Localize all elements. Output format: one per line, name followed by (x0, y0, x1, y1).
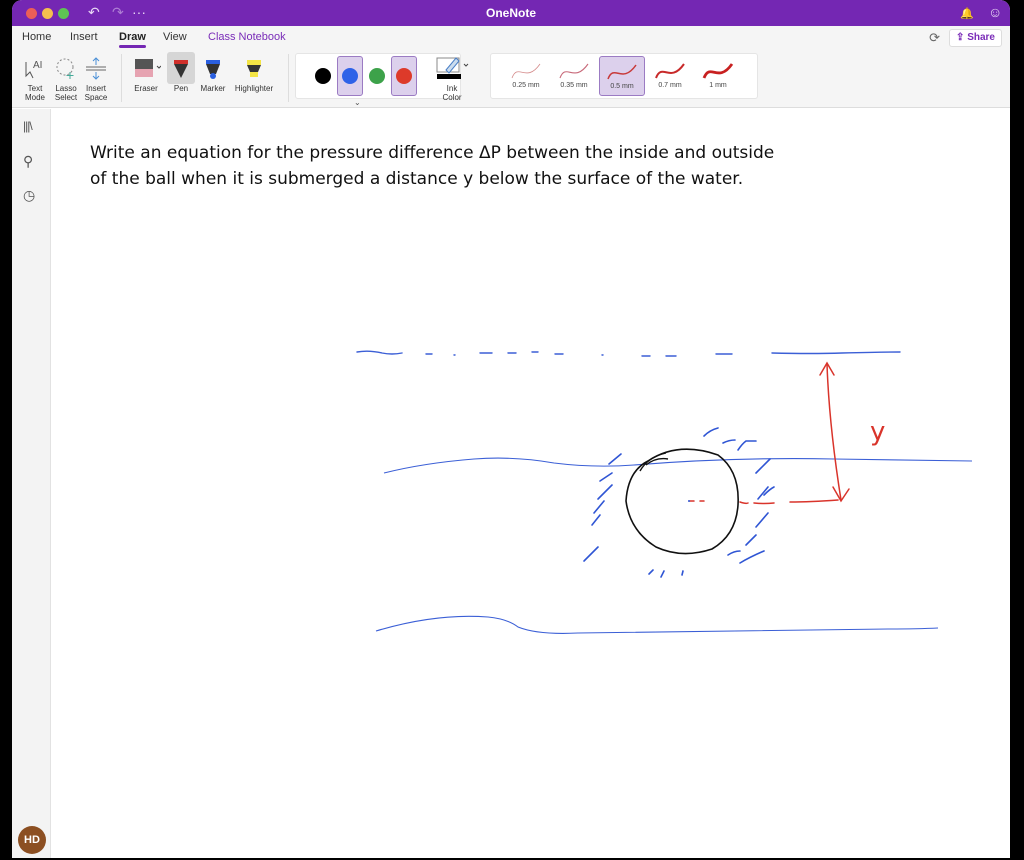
bottom-water-line (375, 615, 939, 634)
thickness-0-5mm[interactable]: 0.5 mm (599, 56, 645, 96)
thickness-label: 1 mm (709, 82, 727, 89)
thickness-1mm[interactable]: 1 mm (695, 56, 741, 96)
title-bar: ↶ ↷ ··· OneNote 🔔 ☺ (12, 0, 1010, 26)
palette-expand-icon[interactable]: ⌄ (354, 98, 361, 107)
insert-space-label-2: Space (84, 93, 108, 102)
swatch-dot (369, 68, 385, 84)
ball-circle (625, 448, 739, 555)
avatar[interactable]: HD (18, 826, 46, 854)
eraser-button[interactable]: Eraser (128, 52, 164, 93)
share-button[interactable]: ⇪ Share (949, 29, 1002, 47)
note-page[interactable]: Write an equation for the pressure diffe… (52, 109, 1010, 858)
text-mode-icon: AI (22, 52, 48, 84)
eraser-icon (128, 52, 164, 84)
water-surface-line (356, 350, 901, 357)
insert-space-icon (82, 52, 110, 84)
tab-insert[interactable]: Insert (70, 31, 98, 43)
highlighter-label: Highlighter (234, 84, 274, 93)
search-icon[interactable]: ⚲ (23, 153, 33, 170)
ink-drawing[interactable]: y (52, 109, 1010, 858)
tab-draw[interactable]: Draw (119, 31, 146, 48)
thickness-label: 0.25 mm (512, 82, 540, 89)
eraser-label: Eraser (134, 84, 158, 93)
ball-scribble (639, 452, 669, 472)
pen-icon (167, 52, 195, 84)
lasso-label: Lasso (55, 84, 77, 93)
thickness-label: 0.5 mm (610, 83, 634, 90)
highlighter-button[interactable]: Highlighter (230, 52, 278, 93)
stroke-preview-icon (607, 64, 637, 80)
depth-arrow (689, 361, 850, 505)
color-swatch-red[interactable] (391, 56, 417, 96)
sync-icon[interactable]: ⟳ (929, 30, 940, 46)
thickness-label: 0.7 mm (658, 82, 682, 89)
recent-icon[interactable]: ◷ (23, 187, 35, 204)
draw-ribbon: AI Text Mode Lasso Select Insert Space E… (12, 50, 1010, 108)
navigation-sidebar: |||\ ⚲ ◷ HD (12, 109, 51, 858)
app-title: OneNote (485, 6, 536, 20)
stroke-preview-icon (702, 63, 734, 79)
share-label: Share (967, 32, 995, 43)
depth-label: y (870, 417, 885, 447)
tab-class-notebook[interactable]: Class Notebook (208, 31, 286, 43)
marker-label: Marker (200, 84, 226, 93)
share-icon: ⇪ (956, 32, 968, 43)
thickness-label: 0.35 mm (560, 82, 588, 89)
divider (121, 54, 122, 102)
stroke-preview-icon (655, 63, 685, 79)
stroke-preview-icon (511, 63, 541, 79)
text-mode-label-2: Mode (24, 93, 45, 102)
lasso-select-button[interactable]: Lasso Select (52, 52, 80, 102)
ink-color-label-2: Color (442, 93, 462, 102)
color-swatch-blue[interactable] (337, 56, 363, 96)
thickness-0-25mm[interactable]: 0.25 mm (503, 56, 549, 96)
insert-space-label: Insert (85, 84, 106, 93)
divider (288, 54, 289, 102)
ink-color-icon (432, 52, 472, 84)
stroke-preview-icon (559, 63, 589, 79)
highlighter-icon (230, 52, 278, 84)
swatch-dot (396, 68, 412, 84)
color-swatch-green[interactable] (364, 56, 390, 96)
svg-text:AI: AI (33, 60, 42, 71)
pen-thickness-picker: 0.25 mm 0.35 mm 0.5 mm 0.7 mm 1 mm (490, 53, 758, 99)
marker-icon (198, 52, 228, 84)
ink-color-button[interactable]: Ink Color (432, 52, 472, 102)
insert-space-button[interactable]: Insert Space (82, 52, 110, 102)
thickness-0-35mm[interactable]: 0.35 mm (551, 56, 597, 96)
notebooks-icon[interactable]: |||\ (23, 119, 33, 133)
ribbon-tabs: Home Insert Draw View Class Notebook ⟳ ⇪… (12, 26, 1010, 50)
onenote-window: ↶ ↷ ··· OneNote 🔔 ☺ Home Insert Draw Vie… (12, 0, 1010, 858)
bell-icon[interactable]: 🔔 (960, 6, 974, 22)
ink-color-label: Ink (446, 84, 458, 93)
smiley-icon[interactable]: ☺ (988, 4, 1002, 20)
marker-button[interactable]: Marker (198, 52, 228, 93)
thickness-0-7mm[interactable]: 0.7 mm (647, 56, 693, 96)
middle-water-line (383, 457, 973, 474)
color-swatch-black[interactable] (310, 56, 336, 96)
swatch-dot (315, 68, 331, 84)
text-mode-button[interactable]: AI Text Mode (22, 52, 48, 102)
ball-center-dot (688, 500, 690, 502)
text-mode-label: Text (27, 84, 43, 93)
lasso-icon (52, 52, 80, 84)
pen-label: Pen (173, 84, 189, 93)
tab-view[interactable]: View (163, 31, 187, 43)
tab-home[interactable]: Home (22, 31, 51, 43)
lasso-label-2: Select (54, 93, 78, 102)
swatch-dot (342, 68, 358, 84)
pen-button[interactable] (167, 52, 195, 84)
